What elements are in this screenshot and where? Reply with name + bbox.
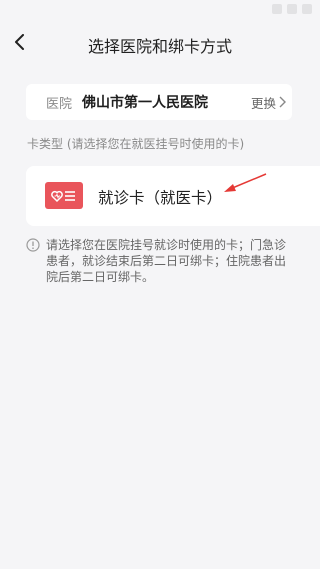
card-type-option[interactable]: 就诊卡（就医卡） — [26, 166, 320, 226]
change-label: 更换 — [250, 95, 276, 111]
notice-text: 请选择您在医院挂号就诊时使用的卡；门急诊 患者，就诊结束后第二日可绑卡；住院患者… — [46, 238, 287, 284]
notice: 请选择您在医院挂号就诊时使用的卡；门急诊 患者，就诊结束后第二日可绑卡；住院患者… — [26, 237, 320, 289]
hospital-label: 医院 — [46, 96, 73, 112]
card-type-label: 就诊卡（就医卡） — [98, 189, 223, 207]
change-hospital-button[interactable]: 更换 — [251, 84, 286, 120]
red-arrow-annotation — [224, 173, 267, 192]
status-icon — [272, 4, 282, 14]
card-type-section-label: 卡类型 (请选择您在就医挂号时使用的卡) — [27, 137, 245, 151]
nav-bar: 选择医院和绑卡方式 — [0, 20, 320, 66]
chevron-right-icon — [278, 96, 286, 108]
hospital-selector[interactable]: 医院 佛山市第一人民医院 更换 — [26, 84, 292, 120]
status-icon — [302, 4, 312, 14]
status-icons — [272, 4, 312, 14]
page-title: 选择医院和绑卡方式 — [87, 37, 232, 56]
hospital-name: 佛山市第一人民医院 — [82, 95, 209, 111]
medical-card-icon — [45, 182, 83, 209]
status-icon — [287, 4, 297, 14]
status-bar — [0, 0, 320, 20]
info-icon — [26, 238, 40, 252]
